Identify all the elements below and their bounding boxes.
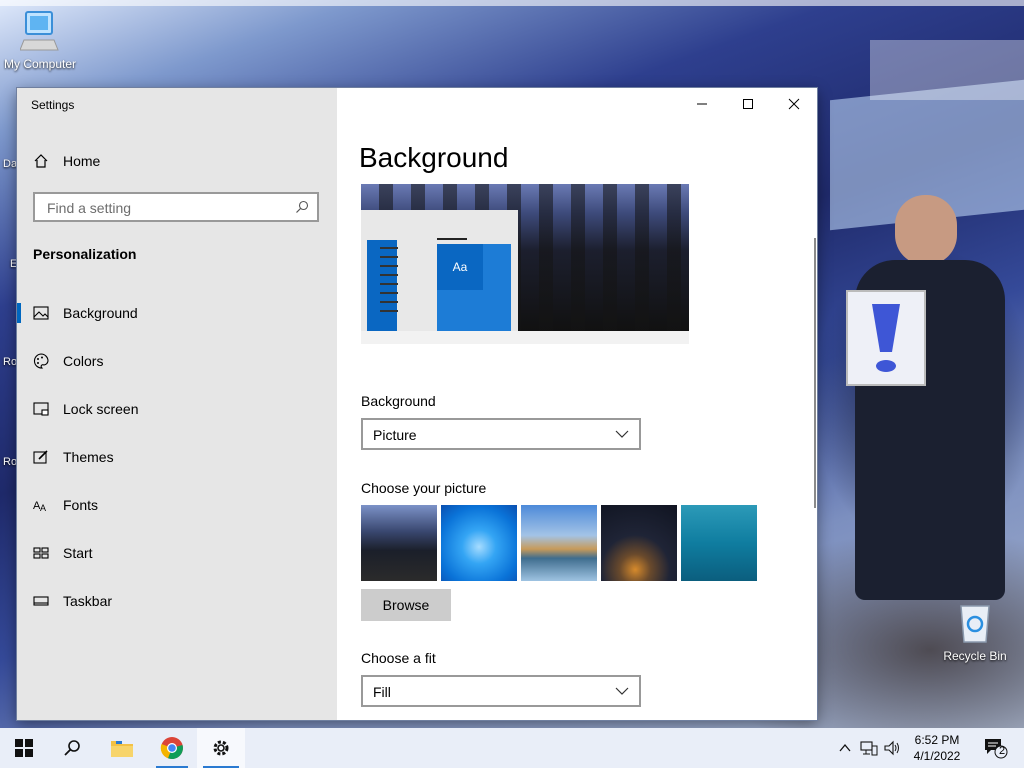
sidebar-item-lock-screen[interactable]: Lock screen [17, 389, 337, 429]
palette-icon [33, 353, 49, 369]
chevron-down-icon [615, 430, 629, 438]
sidebar-item-label: Fonts [63, 497, 99, 513]
folder-icon [111, 741, 133, 757]
scrollbar[interactable] [814, 238, 816, 508]
preview-desktop: Aa [361, 210, 518, 331]
section-title: Personalization [33, 246, 137, 262]
sidebar-item-themes[interactable]: Themes [17, 437, 337, 477]
windows-logo-icon [15, 739, 33, 757]
choose-picture-label: Choose your picture [361, 480, 487, 496]
background-dropdown-value: Picture [373, 427, 417, 443]
wallpaper-exclamation-sign [846, 290, 926, 386]
chevron-up-icon[interactable] [838, 741, 852, 755]
search-input[interactable] [45, 198, 289, 218]
home-icon [34, 154, 48, 168]
preview-menu-lines [380, 240, 398, 312]
sidebar-item-label: Themes [63, 449, 114, 465]
file-explorer-button[interactable] [98, 728, 146, 768]
my-computer-label: My Computer [3, 57, 77, 71]
sidebar-item-label: Background [63, 305, 138, 321]
picture-icon [33, 306, 49, 320]
background-dropdown[interactable]: Picture [361, 418, 641, 450]
wallpaper-person-head [895, 195, 957, 265]
preview-tile-text: Aa [437, 244, 483, 290]
wallpaper-light [870, 40, 1024, 100]
picture-thumbnail[interactable] [361, 505, 437, 581]
system-tray [838, 728, 902, 768]
lock-screen-icon [33, 402, 49, 416]
search-icon[interactable] [295, 200, 309, 214]
start-button[interactable] [0, 728, 48, 768]
taskbar-icon [33, 596, 49, 606]
window-title: Settings [31, 98, 75, 112]
fit-dropdown[interactable]: Fill [361, 675, 641, 707]
sidebar-item-label: Start [63, 545, 93, 561]
nav-home-label: Home [63, 153, 101, 169]
wallpaper-stripe [0, 0, 1024, 6]
picture-thumbnail[interactable] [521, 505, 597, 581]
picture-thumbnails [361, 505, 761, 581]
picture-thumbnail[interactable] [681, 505, 757, 581]
chrome-button[interactable] [150, 728, 194, 768]
background-preview: Aa [361, 184, 689, 344]
fonts-icon: AA [33, 500, 46, 513]
page-title: Background [359, 142, 509, 173]
search-button[interactable] [48, 728, 96, 768]
network-icon[interactable] [860, 740, 878, 756]
clock-date: 4/1/2022 [913, 749, 961, 763]
search-icon [64, 740, 80, 756]
trash-icon [960, 605, 990, 643]
browse-button[interactable]: Browse [361, 589, 451, 621]
sidebar-item-fonts[interactable]: AA Fonts [17, 485, 337, 525]
sidebar-item-taskbar[interactable]: Taskbar [17, 581, 337, 621]
choose-fit-label: Choose a fit [361, 650, 436, 666]
desktop-edge-label[interactable]: Ro [3, 456, 17, 468]
sidebar-item-start[interactable]: Start [17, 533, 337, 573]
sidebar-item-background[interactable]: Background [17, 293, 337, 333]
computer-icon [19, 11, 59, 51]
start-icon [33, 547, 49, 559]
recycle-bin-icon[interactable]: Recycle Bin [938, 602, 1012, 663]
nav-home[interactable]: Home [33, 148, 100, 174]
fit-dropdown-value: Fill [373, 684, 391, 700]
preview-tiles-header [437, 238, 467, 240]
settings-nav: Settings Home Personalization Background… [17, 88, 337, 720]
sidebar-item-label: Taskbar [63, 593, 113, 609]
sidebar-item-label: Lock screen [63, 401, 139, 417]
recycle-bin-label: Recycle Bin [943, 649, 1007, 663]
sidebar-item-label: Colors [63, 353, 104, 369]
svg-text:A: A [40, 503, 46, 513]
notification-count: 2 [999, 745, 1006, 757]
themes-icon [33, 450, 48, 464]
picture-thumbnail[interactable] [441, 505, 517, 581]
picture-thumbnail[interactable] [601, 505, 677, 581]
settings-content: Background Aa Background Picture Choose … [337, 88, 817, 720]
taskbar: 6:52 PM 4/1/2022 2 [0, 728, 1024, 768]
gear-icon [213, 740, 229, 756]
clock-time: 6:52 PM [914, 733, 960, 747]
search-box[interactable] [33, 192, 319, 222]
desktop-edge-label[interactable]: Ro [3, 356, 17, 368]
volume-icon[interactable] [884, 740, 902, 756]
settings-taskbar-button[interactable] [197, 728, 245, 768]
action-center-button[interactable]: 2 [976, 728, 1016, 768]
clock[interactable]: 6:52 PM 4/1/2022 [905, 732, 969, 764]
chevron-down-icon [615, 687, 629, 695]
background-label: Background [361, 393, 436, 409]
desktop-edge-label[interactable]: Da [3, 158, 17, 170]
my-computer-icon[interactable]: My Computer [0, 10, 80, 71]
sidebar-item-colors[interactable]: Colors [17, 341, 337, 381]
chrome-icon [160, 737, 183, 760]
settings-window: Settings Home Personalization Background… [17, 88, 817, 720]
